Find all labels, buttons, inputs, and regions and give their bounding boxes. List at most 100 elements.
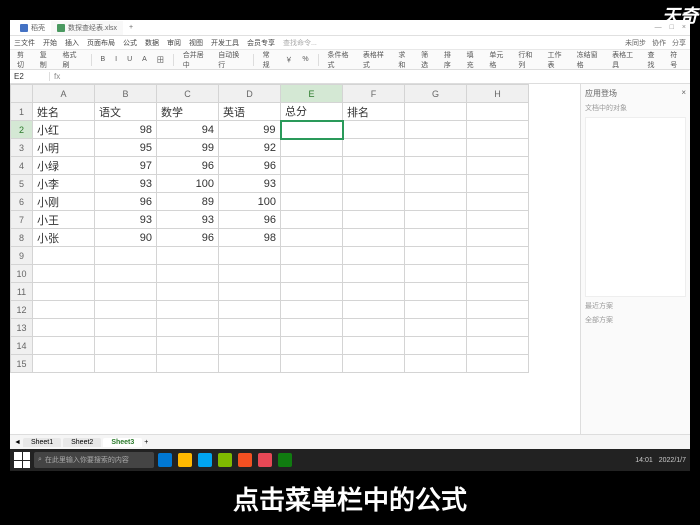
menu-layout[interactable]: 页面布局 (87, 38, 115, 48)
share-button[interactable]: 分享 (672, 38, 686, 48)
spreadsheet-grid[interactable]: ABCDEFGH1姓名语文数学英语总分排名2小红9894993小明9599924… (10, 84, 580, 434)
font-color-button[interactable]: A (139, 55, 150, 64)
cell-E5[interactable] (281, 175, 343, 193)
cell-C4[interactable]: 96 (157, 157, 219, 175)
close-button[interactable]: × (682, 24, 686, 31)
menu-member[interactable]: 会员专享 (247, 38, 275, 48)
row-header-8[interactable]: 8 (11, 229, 33, 247)
cell-A2[interactable]: 小红 (33, 121, 95, 139)
cell-A8[interactable]: 小张 (33, 229, 95, 247)
row-header-1[interactable]: 1 (11, 103, 33, 121)
freeze-button[interactable]: 冻结窗格 (574, 49, 605, 71)
cell-B5[interactable]: 93 (95, 175, 157, 193)
cond-format-button[interactable]: 条件格式 (324, 49, 355, 71)
cut-button[interactable]: 剪切 (14, 49, 33, 71)
table-style-button[interactable]: 表格样式 (360, 49, 391, 71)
menu-insert[interactable]: 插入 (65, 38, 79, 48)
symbol-button[interactable]: 符号 (667, 49, 686, 71)
sheet-tab-1[interactable]: Sheet1 (23, 438, 61, 447)
cell-A5[interactable]: 小李 (33, 175, 95, 193)
cell-B7[interactable]: 93 (95, 211, 157, 229)
merge-button[interactable]: 合并居中 (180, 49, 211, 71)
wrap-button[interactable]: 自动换行 (215, 49, 246, 71)
panel-footer-1[interactable]: 最近方案 (585, 301, 686, 311)
cell-D3[interactable]: 92 (219, 139, 281, 157)
cell-C8[interactable]: 96 (157, 229, 219, 247)
cell-button[interactable]: 单元格 (486, 49, 511, 71)
cell-reference[interactable]: E2 (10, 72, 50, 81)
tray-time[interactable]: 14:01 (635, 457, 653, 464)
italic-button[interactable]: I (112, 55, 120, 64)
taskbar-app-5[interactable] (238, 453, 252, 467)
taskbar-search[interactable]: ⌕ 在此里输入你要搜索的内容 (34, 452, 154, 468)
cell-F4[interactable] (343, 157, 405, 175)
cell-A1[interactable]: 姓名 (33, 103, 95, 121)
cell-D4[interactable]: 96 (219, 157, 281, 175)
cell-C7[interactable]: 93 (157, 211, 219, 229)
border-button[interactable]: 田 (154, 54, 167, 66)
cell-E7[interactable] (281, 211, 343, 229)
sheet-tab-3[interactable]: Sheet3 (103, 438, 142, 447)
panel-footer-2[interactable]: 全部方案 (585, 315, 686, 325)
menu-review[interactable]: 审阅 (167, 38, 181, 48)
menu-view[interactable]: 视图 (189, 38, 203, 48)
number-format-button[interactable]: 常规 (260, 49, 279, 71)
start-button[interactable] (14, 452, 30, 468)
cell-D6[interactable]: 100 (219, 193, 281, 211)
cell-E1[interactable]: 总分 (281, 103, 343, 121)
row-header-13[interactable]: 13 (11, 319, 33, 337)
row-header-6[interactable]: 6 (11, 193, 33, 211)
row-header-11[interactable]: 11 (11, 283, 33, 301)
cell-D7[interactable]: 96 (219, 211, 281, 229)
row-header-10[interactable]: 10 (11, 265, 33, 283)
taskbar-app-3[interactable] (198, 453, 212, 467)
row-header-12[interactable]: 12 (11, 301, 33, 319)
col-header-G[interactable]: G (405, 85, 467, 103)
maximize-button[interactable]: □ (670, 24, 674, 31)
cell-B4[interactable]: 97 (95, 157, 157, 175)
cell-F5[interactable] (343, 175, 405, 193)
panel-close-icon[interactable]: × (681, 88, 686, 99)
cell-B8[interactable]: 90 (95, 229, 157, 247)
col-header-A[interactable]: A (33, 85, 95, 103)
cell-D5[interactable]: 93 (219, 175, 281, 193)
col-header-F[interactable]: F (343, 85, 405, 103)
row-header-9[interactable]: 9 (11, 247, 33, 265)
menu-data[interactable]: 数据 (145, 38, 159, 48)
sum-button[interactable]: 求和 (395, 49, 414, 71)
cell-C2[interactable]: 94 (157, 121, 219, 139)
cell-B3[interactable]: 95 (95, 139, 157, 157)
format-painter-button[interactable]: 格式刷 (59, 49, 84, 71)
sheet-nav-prev[interactable]: ◄ (14, 439, 21, 446)
currency-button[interactable]: ￥ (282, 54, 295, 66)
cell-A3[interactable]: 小明 (33, 139, 95, 157)
percent-button[interactable]: % (299, 55, 311, 64)
cell-D1[interactable]: 英语 (219, 103, 281, 121)
cell-C3[interactable]: 99 (157, 139, 219, 157)
minimize-button[interactable]: — (655, 24, 662, 31)
copy-button[interactable]: 复制 (37, 49, 56, 71)
menu-dev[interactable]: 开发工具 (211, 38, 239, 48)
cell-F7[interactable] (343, 211, 405, 229)
filter-button[interactable]: 筛选 (418, 49, 437, 71)
home-tab[interactable]: 稻壳 (14, 21, 51, 35)
cell-B6[interactable]: 96 (95, 193, 157, 211)
table-tools-button[interactable]: 表格工具 (609, 49, 640, 71)
cell-E6[interactable] (281, 193, 343, 211)
worksheet-button[interactable]: 工作表 (545, 49, 570, 71)
col-header-D[interactable]: D (219, 85, 281, 103)
row-header-3[interactable]: 3 (11, 139, 33, 157)
doc-tab[interactable]: 数探查经表.xlsx (51, 21, 123, 35)
cell-F2[interactable] (343, 121, 405, 139)
taskbar-app-6[interactable] (258, 453, 272, 467)
cell-F1[interactable]: 排名 (343, 103, 405, 121)
sort-button[interactable]: 排序 (441, 49, 460, 71)
cell-F6[interactable] (343, 193, 405, 211)
row-header-5[interactable]: 5 (11, 175, 33, 193)
rowcol-button[interactable]: 行和列 (515, 49, 540, 71)
col-header-H[interactable]: H (467, 85, 529, 103)
col-header-C[interactable]: C (157, 85, 219, 103)
cell-B2[interactable]: 98 (95, 121, 157, 139)
collab-button[interactable]: 协作 (652, 38, 666, 48)
cell-C1[interactable]: 数学 (157, 103, 219, 121)
